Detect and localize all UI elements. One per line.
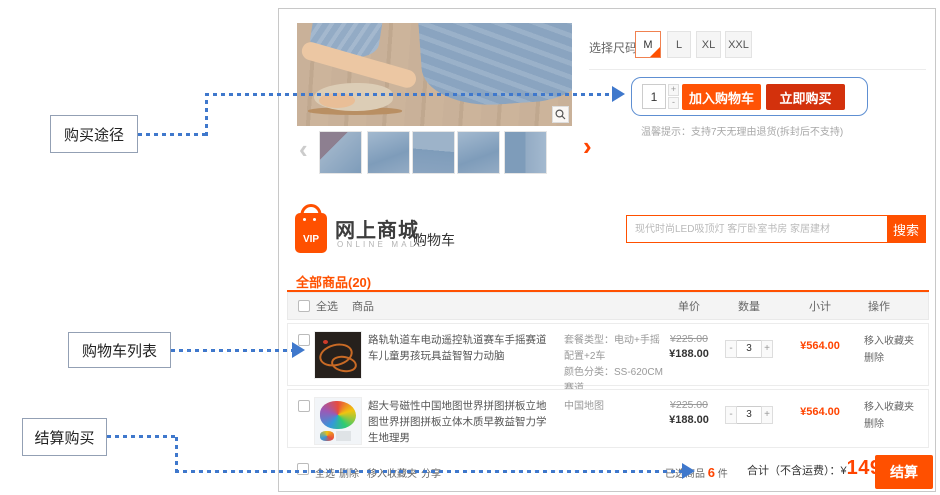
footer-select-all-checkbox[interactable] (297, 463, 309, 475)
header-subtotal: 小计 (790, 298, 850, 314)
connector-line (175, 470, 683, 473)
buy-area-highlight (631, 77, 868, 116)
annotated-cart-mockup: 购买途径 购物车列表 结算购买 ‹ › (0, 0, 940, 495)
search-input[interactable] (627, 216, 887, 242)
item-spec: 中国地图 (564, 399, 669, 415)
cart-item-row: 超大号磁性中国地图世界拼图拼板立地图世界拼图拼板立体木质早教益智力学生地理男 中… (287, 389, 929, 448)
product-page-panel: ‹ › 选择尺码： M L XL XXL + - 加入购物车 立即购买 温馨提示… (278, 8, 936, 492)
item-subtotal: ¥564.00 (790, 340, 850, 352)
item-quantity-stepper: - 3 + (717, 406, 781, 424)
checkout-button[interactable]: 结算 (875, 455, 933, 489)
item-title[interactable]: 路轨轨道车电动遥控轨道赛车手摇赛道车儿童男孩玩具益智智力动脑 (368, 333, 550, 365)
item-spec: 套餐类型：电动+手摇配置+2车 颜色分类：SS-620CM赛道 (564, 333, 669, 397)
stepper-value[interactable]: 3 (737, 340, 761, 358)
page-title: 购物车 (413, 230, 455, 250)
mall-name: 网上商城 (335, 214, 419, 243)
map-shape (336, 431, 351, 441)
return-policy-tip: 温馨提示：支持7天无理由退货(拆封后不支持) (641, 123, 843, 138)
stepper-value[interactable]: 3 (737, 406, 761, 424)
item-spec-line: 中国地图 (564, 399, 669, 415)
item-spec-line: 套餐类型：电动+手摇配置+2车 (564, 333, 669, 365)
move-to-favorites-link[interactable]: 移入收藏夹 (864, 398, 914, 413)
item-current-price: ¥188.00 (657, 414, 721, 426)
item-original-price: ¥225.00 (657, 399, 721, 411)
annotation-cart-list: 购物车列表 (68, 332, 171, 368)
connector-line (171, 349, 293, 352)
item-image-race-track[interactable] (314, 331, 362, 379)
product-thumbnail[interactable] (367, 131, 410, 174)
header-product: 商品 (352, 298, 374, 314)
size-option-xxl[interactable]: XXL (725, 31, 752, 58)
mall-logo-bag-icon: VIP (295, 213, 327, 253)
delete-link[interactable]: 删除 (864, 415, 884, 430)
cart-item-row: 路轨轨道车电动遥控轨道赛车手摇赛道车儿童男孩玩具益智智力动脑 套餐类型：电动+手… (287, 323, 929, 386)
item-title[interactable]: 超大号磁性中国地图世界拼图拼板立地图世界拼图拼板立体木质早教益智力学生地理男 (368, 399, 550, 446)
map-shape (320, 431, 335, 441)
search-button[interactable]: 搜索 (887, 216, 925, 242)
connector-line (205, 93, 208, 136)
selected-count: 6 (708, 465, 715, 480)
divider (589, 69, 926, 70)
connector-line (205, 93, 613, 96)
tab-all-products[interactable]: 全部商品(20) (296, 272, 371, 291)
annotation-cart-list-label: 购物车列表 (82, 340, 157, 361)
header-quantity: 数量 (717, 298, 781, 314)
annotation-purchase-path: 购买途径 (50, 115, 138, 153)
selected-suffix: 件 (718, 469, 728, 480)
search-bar: 搜索 (626, 215, 926, 243)
track-shape (323, 340, 328, 344)
mall-logo-badge: VIP (295, 234, 327, 245)
track-shape (330, 354, 358, 374)
header-select-all: 全选 (316, 298, 338, 314)
item-original-price: ¥225.00 (657, 333, 721, 345)
header-action: 操作 (854, 298, 904, 314)
stepper-plus-button[interactable]: + (761, 406, 773, 424)
stepper-plus-button[interactable]: + (761, 340, 773, 358)
gallery-next-icon[interactable]: › (583, 131, 592, 162)
denim-jeans-shape (418, 23, 572, 109)
mall-name-en: ONLINE MALL (337, 240, 425, 249)
size-option-m[interactable]: M (635, 31, 661, 58)
map-shape (320, 401, 357, 430)
item-subtotal: ¥564.00 (790, 406, 850, 418)
stepper-minus-button[interactable]: - (725, 406, 737, 424)
cart-footer-bar: 全选 删除 移入收藏夹 分享 已选商品 6 件 合计（不含运费）： ¥ 1499… (287, 449, 929, 489)
annotation-purchase-path-label: 购买途径 (64, 124, 124, 145)
gallery-prev-icon[interactable]: ‹ (299, 134, 308, 165)
connector-arrow-icon (682, 463, 695, 479)
product-thumbnail[interactable] (504, 131, 547, 174)
connector-arrow-icon (292, 342, 305, 358)
product-thumbnail[interactable] (457, 131, 500, 174)
move-to-favorites-link[interactable]: 移入收藏夹 (864, 332, 914, 347)
connector-line (138, 133, 208, 136)
connector-line (107, 435, 177, 438)
delete-link[interactable]: 删除 (864, 349, 884, 364)
item-current-price: ¥188.00 (657, 348, 721, 360)
annotation-checkout-label: 结算购买 (34, 427, 94, 448)
product-main-image (297, 23, 572, 126)
item-image-china-map[interactable] (314, 397, 362, 445)
total-label: 合计（不含运费）： (747, 462, 841, 478)
product-thumbnail[interactable] (412, 131, 455, 174)
item-quantity-stepper: - 3 + (717, 340, 781, 358)
connector-line (175, 435, 178, 473)
stepper-minus-button[interactable]: - (725, 340, 737, 358)
annotation-checkout: 结算购买 (22, 418, 107, 456)
product-thumbnail[interactable] (319, 131, 362, 174)
item-checkbox[interactable] (298, 400, 310, 412)
size-option-l[interactable]: L (667, 31, 691, 58)
select-all-checkbox[interactable] (298, 300, 310, 312)
connector-arrow-icon (612, 86, 625, 102)
cart-table-header: 全选 商品 单价 数量 小计 操作 (287, 292, 929, 320)
header-unit-price: 单价 (657, 298, 721, 314)
size-option-xl[interactable]: XL (696, 31, 721, 58)
magnifier-icon[interactable] (552, 106, 569, 123)
